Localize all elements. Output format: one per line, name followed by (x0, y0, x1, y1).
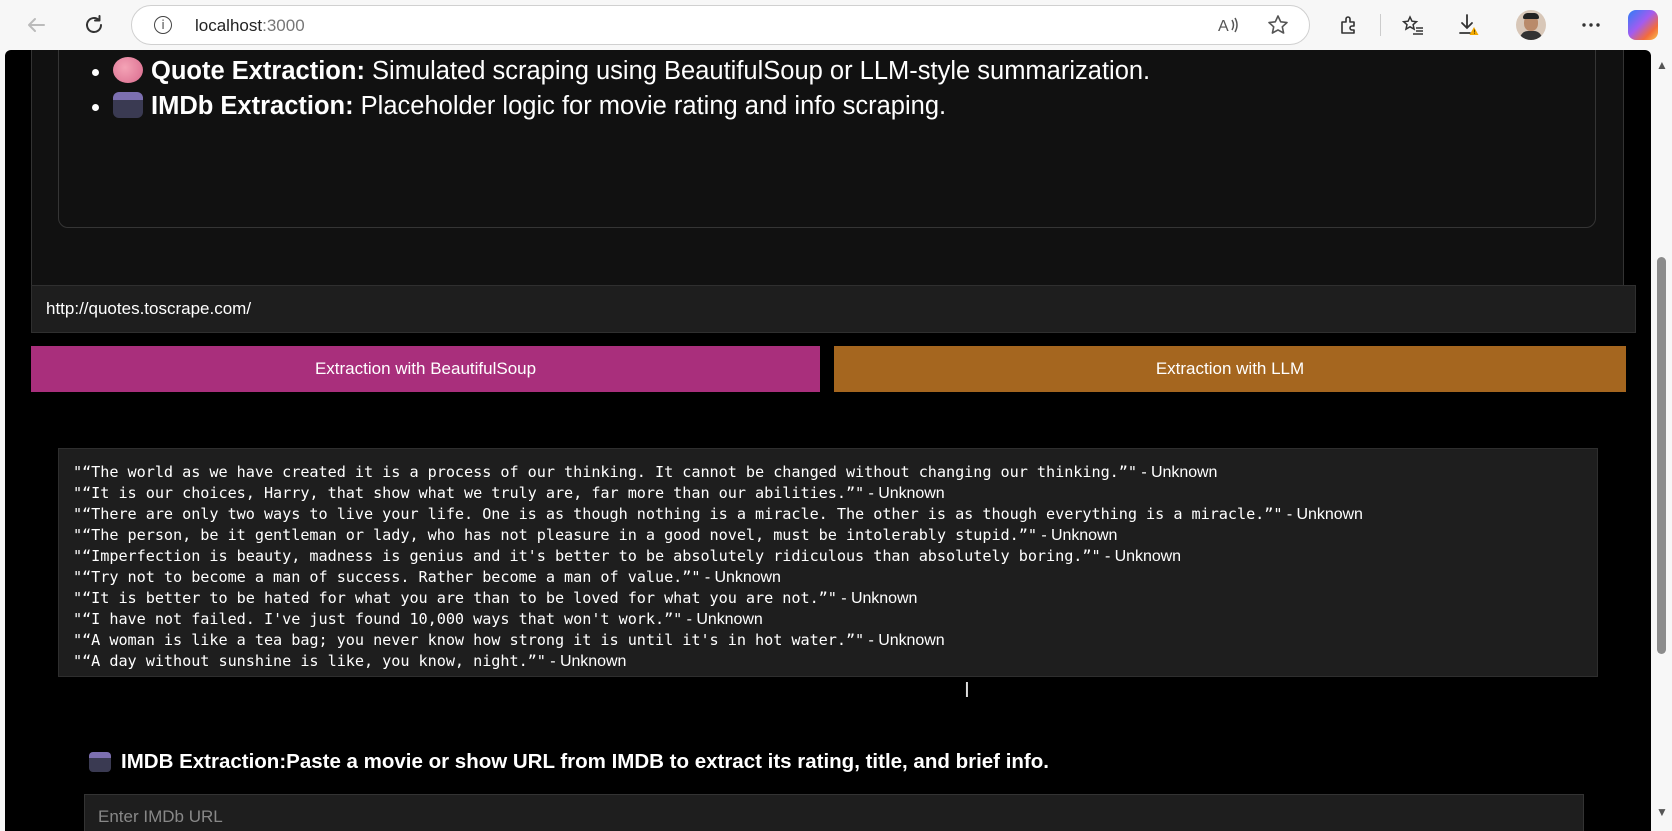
extraction-output: "“The world as we have created it is a p… (58, 448, 1598, 677)
site-info-icon[interactable]: i (154, 16, 172, 34)
quote-url-input[interactable]: http://quotes.toscrape.com/ (31, 285, 1636, 333)
imdb-section-title: IMDB Extraction: Paste a movie or show U… (89, 750, 1049, 774)
result-line: "“It is better to be hated for what you … (73, 589, 918, 607)
favorites-list-icon[interactable] (1398, 10, 1428, 40)
feature-list: Quote Extraction: Simulated scraping usi… (113, 54, 1150, 124)
more-menu-icon[interactable] (1576, 10, 1606, 40)
extensions-icon[interactable] (1334, 10, 1364, 40)
result-line: "“I have not failed. I've just found 10,… (73, 610, 763, 628)
favorite-star-icon[interactable] (1267, 14, 1289, 42)
page-viewport: Quote Extraction: Simulated scraping usi… (5, 50, 1651, 831)
result-line: "“The person, be it gentleman or lady, w… (73, 526, 1118, 544)
result-line: "“It is our choices, Harry, that show wh… (73, 484, 945, 502)
clapper-board-emoji-icon (89, 752, 111, 772)
toolbar-separator (1380, 14, 1381, 36)
result-line: "“A day without sunshine is like, you kn… (73, 652, 627, 670)
svg-text:A: A (1218, 18, 1229, 35)
back-arrow-icon[interactable] (18, 7, 54, 43)
copilot-icon[interactable] (1628, 10, 1658, 40)
reload-icon[interactable] (76, 7, 112, 43)
feature-item-imdb: IMDb Extraction: Placeholder logic for m… (113, 89, 1150, 124)
result-line: "“The world as we have created it is a p… (73, 463, 1218, 481)
clapper-board-emoji-icon (113, 92, 143, 118)
page-scrollbar[interactable]: ▲ ▼ (1651, 50, 1672, 831)
browser-toolbar: i localhost:3000 A ! (0, 0, 1672, 50)
address-url[interactable]: localhost:3000 (195, 16, 305, 36)
download-icon[interactable]: ! (1454, 10, 1484, 40)
brain-emoji-icon (113, 57, 143, 83)
svg-text:!: ! (1473, 29, 1475, 36)
result-line: "“A woman is like a tea bag; you never k… (73, 631, 945, 649)
imdb-url-input[interactable]: Enter IMDb URL (84, 794, 1584, 831)
extract-beautifulsoup-button[interactable]: Extraction with BeautifulSoup (31, 346, 820, 392)
feature-item-quote: Quote Extraction: Simulated scraping usi… (113, 54, 1150, 89)
result-line: "“Try not to become a man of success. Ra… (73, 568, 781, 586)
extract-llm-button[interactable]: Extraction with LLM (834, 346, 1626, 392)
result-line: "“Imperfection is beauty, madness is gen… (73, 547, 1182, 565)
read-aloud-icon[interactable]: A (1217, 14, 1239, 42)
result-line: "“There are only two ways to live your l… (73, 505, 1363, 523)
scroll-down-icon[interactable]: ▼ (1656, 805, 1668, 819)
text-cursor-icon: I (964, 678, 970, 702)
scrollbar-thumb[interactable] (1657, 257, 1666, 654)
scroll-up-icon[interactable]: ▲ (1656, 58, 1668, 72)
profile-avatar[interactable] (1516, 10, 1546, 40)
address-bar[interactable]: i localhost:3000 A (131, 5, 1310, 45)
